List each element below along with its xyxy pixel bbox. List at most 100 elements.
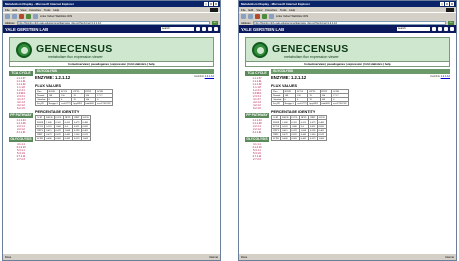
sidebar-heading-pp: PP PATHWAY — [245, 113, 269, 118]
menu-item-help[interactable]: Help — [53, 8, 59, 12]
sidebar-list-glycolysis: 4.1.1.1 4.1.2.13 5.3.1.1 5.3.1.9 2.7.1.11 2.7… — [9, 142, 33, 162]
sidebar-link[interactable]: 2.7.2.3 — [9, 158, 33, 161]
forward-icon[interactable] — [12, 14, 17, 19]
treeblink: treeblink 1.2.1.12 — [430, 75, 450, 80]
table-cell: scerYGR192C — [95, 101, 114, 107]
content-body: TCA CYCLE 1.1.1.37 1.1.1.41 1.1.1.42 1.1.1.… — [9, 69, 214, 162]
table-cell: SCER — [270, 136, 282, 142]
menu-item-favorites[interactable]: Favorites — [265, 8, 277, 12]
sidebar-link[interactable]: 2.7.2.3 — [245, 158, 269, 161]
menu-item-view[interactable]: View — [20, 8, 26, 12]
treeblink-label: treeblink — [194, 74, 204, 78]
help-icon[interactable] — [214, 27, 218, 31]
sidebar-link[interactable]: 3.1.1.31 — [245, 131, 269, 134]
toolbar: Links Yahoo! Weblinks CDS — [239, 12, 456, 20]
minimize-icon[interactable]: _ — [204, 2, 208, 6]
help-icon[interactable] — [450, 27, 454, 31]
flux-table: Flux BSUB ECOL HPYL HINF SCER Normal 168 150 70 16… — [35, 88, 114, 107]
maximize-icon[interactable]: □ — [209, 2, 213, 6]
table-cell: Bsugap A — [282, 101, 297, 107]
menu-item-edit[interactable]: Edit — [249, 8, 254, 12]
table-cell: Seq ID — [271, 101, 284, 107]
status-text: Done — [241, 255, 248, 259]
menu-item-favorites[interactable]: Favorites — [29, 8, 41, 12]
banner-nav[interactable]: home/overview | pseudogenes | expression… — [246, 60, 449, 66]
pct-table: % ID BSUB ECOL HPYL HINF SCER BSUB 1.000 0.503 0.… — [34, 115, 91, 142]
pct-title: PERCENTAGE IDENTITY — [271, 110, 316, 115]
toolbar: Links Yahoo! Weblinks CDS — [3, 12, 220, 20]
home-icon[interactable] — [269, 14, 274, 19]
table-row: Seq ID Bsugap Aecoli1779 hpyl0921 hinf0001 s… — [271, 101, 350, 107]
sidebar-heading-glycolysis: GLYCOLYSIS — [245, 137, 269, 142]
table-cell: 0.683 — [53, 136, 64, 142]
browser-window-left: Metabolism Display - Microsoft Internet … — [2, 0, 221, 261]
menu-item-view[interactable]: View — [256, 8, 262, 12]
sidebar-heading-pp: PP PATHWAY — [9, 113, 33, 118]
mail-icon[interactable] — [208, 27, 212, 31]
window-controls: _ □ × — [440, 2, 454, 6]
minimize-icon[interactable]: _ — [440, 2, 444, 6]
home-icon[interactable] — [202, 27, 206, 31]
status-zone: Internet — [445, 255, 454, 259]
sidebar: TCA CYCLE 1.1.1.37 1.1.1.41 1.1.1.42 1.1.1.… — [245, 69, 269, 162]
forward-icon[interactable] — [248, 14, 253, 19]
sidebar-heading-tca: TCA CYCLE — [245, 71, 269, 76]
refresh-icon[interactable] — [26, 14, 31, 19]
stop-icon[interactable] — [19, 14, 24, 19]
toolbar-links: Links Yahoo! Weblinks CDS — [276, 15, 309, 18]
sidebar-link[interactable]: 6.2.1.5 — [9, 107, 33, 110]
banner-title: GENECENSUS — [36, 43, 113, 55]
search-icon[interactable] — [196, 27, 200, 31]
flux-title: FLUX VALUES — [271, 83, 298, 88]
sidebar-heading-glycolysis: GLYCOLYSIS — [9, 137, 33, 142]
pct-title: PERCENTAGE IDENTITY — [35, 110, 80, 115]
flux-title: FLUX VALUES — [35, 83, 62, 88]
back-icon[interactable] — [5, 14, 10, 19]
home-icon[interactable] — [438, 27, 442, 31]
pct-table: % ID BSUB ECOL HPYL HINF SCER BSUB 1.000 0.503 0.… — [270, 115, 327, 142]
home-icon[interactable] — [33, 14, 38, 19]
enzyme-label: ENZYME: 1.2.1.12 — [35, 74, 71, 80]
table-cell: hpyl0921 — [307, 101, 321, 107]
table-cell: 1.000 — [80, 136, 91, 142]
flux-table: Flux BSUB ECOL HPYL HINF SCER Normal 168 150 70 16… — [271, 88, 350, 107]
sidebar: TCA CYCLE 1.1.1.37 1.1.1.41 1.1.1.42 1.1.1.… — [9, 69, 33, 162]
close-icon[interactable]: × — [450, 2, 454, 6]
menu-item-tools[interactable]: Tools — [280, 8, 287, 12]
table-cell: SCER — [34, 136, 46, 142]
banner-nav[interactable]: home/overview | pseudogenes | expression… — [10, 60, 213, 66]
logo-icon — [252, 42, 268, 58]
menu-item-file[interactable]: File — [5, 8, 10, 12]
table-cell: 0.486 — [280, 136, 291, 142]
table-cell: scerYGR192C — [331, 101, 350, 107]
banner-subtitle: metabolism flux expression viewer — [48, 55, 103, 59]
stop-icon[interactable] — [255, 14, 260, 19]
search-input[interactable]: search — [397, 27, 430, 31]
menu-item-tools[interactable]: Tools — [44, 8, 51, 12]
banner-subtitle: metabolism flux expression viewer — [284, 55, 339, 59]
sidebar-link[interactable]: 6.2.1.5 — [245, 107, 269, 110]
menu-item-file[interactable]: File — [241, 8, 246, 12]
section-header: GLYCOLYSIS — [271, 69, 450, 74]
treeblink-link[interactable]: 1.2.1.12 — [205, 75, 214, 78]
menu-item-help[interactable]: Help — [289, 8, 295, 12]
lab-name[interactable]: YALE GERSTEIN LAB — [5, 27, 161, 32]
lab-header: YALE GERSTEIN LAB search — [239, 25, 456, 33]
refresh-icon[interactable] — [262, 14, 267, 19]
enzyme-label: ENZYME: 1.2.1.12 — [271, 74, 307, 80]
window-title: Metabolism Display - Microsoft Internet … — [5, 2, 75, 6]
status-bar: Done Internet — [239, 253, 456, 260]
menu-item-edit[interactable]: Edit — [13, 8, 18, 12]
back-icon[interactable] — [241, 14, 246, 19]
lab-name[interactable]: YALE GERSTEIN LAB — [241, 27, 397, 32]
enzyme-row: ENZYME: 1.2.1.12 treeblink 1.2.1.12 — [35, 75, 214, 80]
treeblink-link[interactable]: 1.2.1.12 — [441, 75, 450, 78]
maximize-icon[interactable]: □ — [445, 2, 449, 6]
table-cell: 0.683 — [289, 136, 300, 142]
window-controls: _ □ × — [204, 2, 218, 6]
mail-icon[interactable] — [444, 27, 448, 31]
search-input[interactable]: search — [161, 27, 194, 31]
close-icon[interactable]: × — [214, 2, 218, 6]
search-icon[interactable] — [432, 27, 436, 31]
sidebar-link[interactable]: 3.1.1.31 — [9, 131, 33, 134]
